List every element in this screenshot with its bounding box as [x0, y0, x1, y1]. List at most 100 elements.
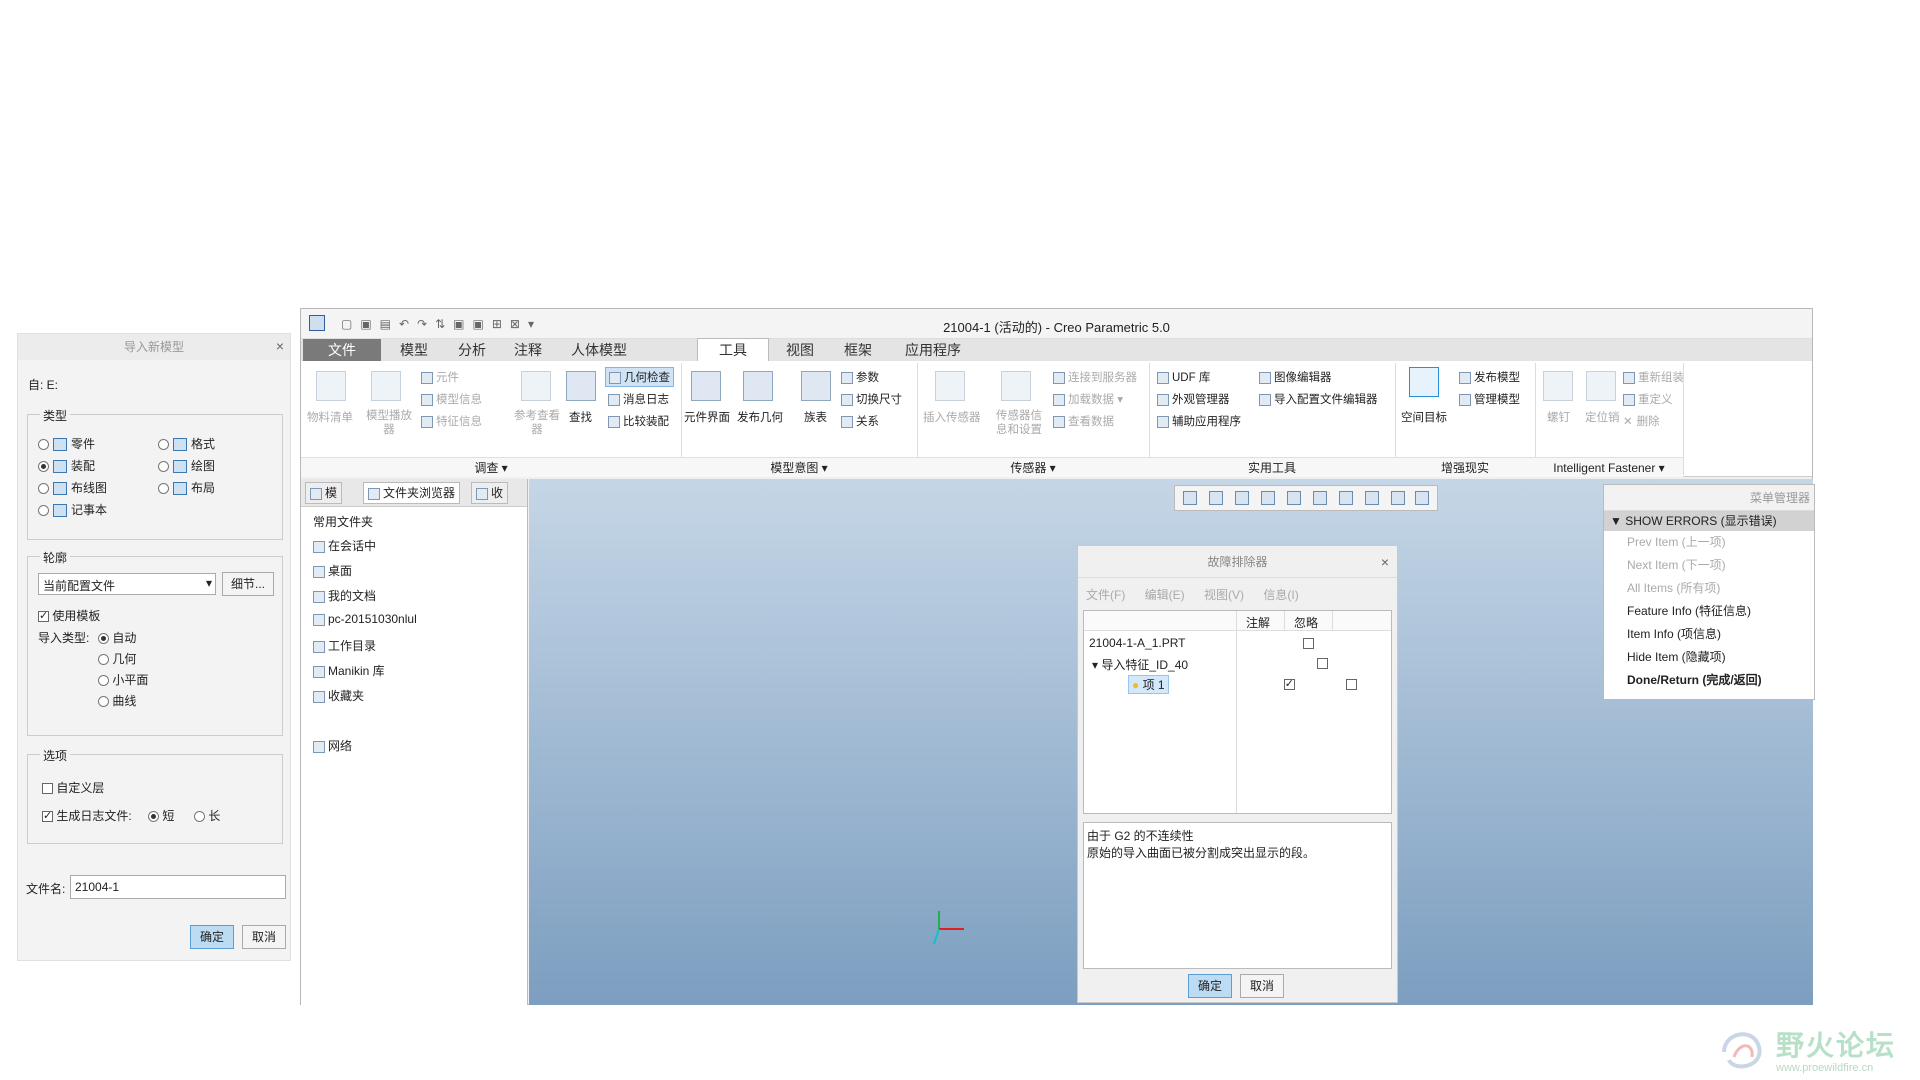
- folder-manikin-library[interactable]: Manikin 库: [313, 662, 385, 679]
- message-log-button[interactable]: 消息日志: [608, 391, 669, 407]
- manage-model-button[interactable]: 管理模型: [1459, 391, 1520, 407]
- import-profile-editor-button[interactable]: 导入配置文件编辑器: [1259, 391, 1378, 407]
- screw-button[interactable]: 螺钉: [1547, 409, 1570, 425]
- menu-next-item[interactable]: Next Item (下一项): [1604, 554, 1814, 577]
- datum-display-icon[interactable]: [1391, 491, 1405, 505]
- zoom-out-icon[interactable]: [1235, 491, 1249, 505]
- close-icon[interactable]: ×: [1381, 554, 1389, 570]
- group-model-intent[interactable]: 模型意图 ▾: [681, 457, 917, 477]
- tree-row-feature[interactable]: ▾ 导入特征_ID_40: [1092, 656, 1188, 673]
- tab-analysis[interactable]: 分析: [445, 339, 499, 361]
- folder-computer[interactable]: pc-20151030nlul: [313, 612, 417, 626]
- bom-button[interactable]: 物料清单: [307, 409, 353, 425]
- family-table-button[interactable]: 族表: [804, 409, 827, 425]
- tab-file[interactable]: 文件: [303, 339, 381, 361]
- zoom-in-icon[interactable]: [1209, 491, 1223, 505]
- ignore-checkbox-feature[interactable]: [1317, 658, 1329, 670]
- group-ar[interactable]: 增强现实: [1395, 457, 1535, 477]
- group-intelligent-fastener[interactable]: Intelligent Fastener ▾: [1535, 457, 1683, 477]
- type-diagram[interactable]: 布线图: [38, 479, 107, 496]
- folder-desktop[interactable]: 桌面: [313, 562, 352, 579]
- use-template-checkbox[interactable]: 使用模板: [38, 607, 100, 624]
- ok-button[interactable]: 确定: [1188, 974, 1232, 998]
- tab-manikin[interactable]: 人体模型: [557, 339, 641, 361]
- tab-folder-browser[interactable]: 文件夹浏览器: [363, 482, 461, 504]
- cancel-button[interactable]: 取消: [242, 925, 286, 949]
- group-sensors[interactable]: 传感器 ▾: [917, 457, 1149, 477]
- cancel-button[interactable]: 取消: [1240, 974, 1284, 998]
- folder-favorites[interactable]: 收藏夹: [313, 687, 364, 704]
- import-type-geometry[interactable]: 几何: [98, 650, 136, 667]
- load-data-button[interactable]: 加载数据 ▾: [1053, 391, 1123, 407]
- find-button[interactable]: 查找: [569, 409, 592, 425]
- redefine-button[interactable]: 重定义: [1623, 391, 1673, 407]
- tab-annotate[interactable]: 注释: [503, 339, 553, 361]
- close-icon[interactable]: ×: [276, 338, 284, 354]
- spin-icon[interactable]: [1287, 491, 1301, 505]
- import-type-facet[interactable]: 小平面: [98, 671, 148, 688]
- type-layout[interactable]: 布局: [158, 479, 215, 496]
- tab-applications[interactable]: 应用程序: [889, 339, 977, 361]
- menu-edit[interactable]: 编辑(E): [1145, 588, 1185, 602]
- ignore-checkbox-item[interactable]: [1346, 679, 1358, 691]
- reference-viewer-button[interactable]: 参考查看器: [511, 409, 563, 437]
- tab-model[interactable]: 模型: [387, 339, 441, 361]
- type-format[interactable]: 格式: [158, 435, 215, 452]
- parameters-button[interactable]: 参数: [841, 369, 879, 385]
- image-editor-button[interactable]: 图像编辑器: [1259, 369, 1332, 385]
- gen-log-checkbox[interactable]: 生成日志文件:: [42, 807, 132, 824]
- import-type-auto[interactable]: 自动: [98, 629, 136, 646]
- folder-my-documents[interactable]: 我的文档: [313, 587, 376, 604]
- display-style-icon[interactable]: [1313, 491, 1327, 505]
- custom-layer-checkbox[interactable]: 自定义层: [42, 779, 104, 796]
- insert-sensor-button[interactable]: 插入传感器: [923, 409, 981, 425]
- folder-network[interactable]: 网络: [313, 737, 352, 754]
- publish-model-button[interactable]: 发布模型: [1459, 369, 1520, 385]
- publish-geometry-button[interactable]: 发布几何: [737, 409, 783, 425]
- group-investigate[interactable]: 调查 ▾: [301, 457, 681, 477]
- geometry-check-button[interactable]: 几何检查: [605, 367, 674, 387]
- group-utilities[interactable]: 实用工具: [1149, 457, 1395, 477]
- show-errors-section[interactable]: ▼ SHOW ERRORS (显示错误): [1604, 511, 1814, 531]
- tab-framework[interactable]: 框架: [831, 339, 885, 361]
- type-assembly[interactable]: 装配: [38, 457, 95, 474]
- tab-view[interactable]: 视图: [773, 339, 827, 361]
- menu-file[interactable]: 文件(F): [1086, 588, 1125, 602]
- connect-server-button[interactable]: 连接到服务器: [1053, 369, 1137, 385]
- details-button[interactable]: 细节...: [222, 572, 274, 596]
- import-type-curve[interactable]: 曲线: [98, 692, 136, 709]
- note-checkbox-item[interactable]: [1283, 677, 1295, 691]
- filename-input[interactable]: 21004-1: [70, 875, 286, 899]
- ignore-checkbox-part[interactable]: [1303, 638, 1314, 650]
- component-interface-button[interactable]: 元件界面: [684, 409, 730, 425]
- type-drawing[interactable]: 绘图: [158, 457, 215, 474]
- menu-hide-item[interactable]: Hide Item (隐藏项): [1604, 646, 1814, 669]
- sensor-info-button[interactable]: 传感器信息和设置: [991, 409, 1047, 437]
- relations-button[interactable]: 关系: [841, 413, 879, 429]
- repaint-icon[interactable]: [1261, 491, 1275, 505]
- spatial-target-button[interactable]: 空间目标: [1401, 409, 1447, 425]
- auxiliary-applications-button[interactable]: 辅助应用程序: [1157, 413, 1241, 429]
- model-player-button[interactable]: 模型播放器: [363, 409, 415, 437]
- appearance-manager-button[interactable]: 外观管理器: [1157, 391, 1230, 407]
- expand-icon[interactable]: ▾: [1092, 658, 1098, 672]
- menu-view[interactable]: 视图(V): [1204, 588, 1244, 602]
- tab-model-tree[interactable]: 模: [305, 482, 343, 504]
- menu-done-return[interactable]: Done/Return (完成/返回): [1604, 669, 1814, 692]
- menu-info[interactable]: 信息(I): [1263, 588, 1298, 602]
- profile-select[interactable]: 当前配置文件 ▾: [38, 573, 216, 595]
- annotation-display-icon[interactable]: [1415, 491, 1429, 505]
- menu-item-info[interactable]: Item Info (项信息): [1604, 623, 1814, 646]
- ok-button[interactable]: 确定: [190, 925, 234, 949]
- menu-all-items[interactable]: All Items (所有项): [1604, 577, 1814, 600]
- type-notebook[interactable]: 记事本: [38, 501, 107, 518]
- tree-row-item[interactable]: ● 项 1: [1128, 675, 1169, 694]
- tab-favorites[interactable]: 收: [471, 482, 509, 504]
- feature-info-button[interactable]: 特征信息: [421, 413, 482, 429]
- menu-feature-info[interactable]: Feature Info (特征信息): [1604, 600, 1814, 623]
- log-long-radio[interactable]: 长: [194, 807, 220, 824]
- udf-library-button[interactable]: UDF 库: [1157, 369, 1210, 385]
- folder-in-session[interactable]: 在会话中: [313, 537, 376, 554]
- saved-views-icon[interactable]: [1339, 491, 1353, 505]
- type-part[interactable]: 零件: [38, 435, 95, 452]
